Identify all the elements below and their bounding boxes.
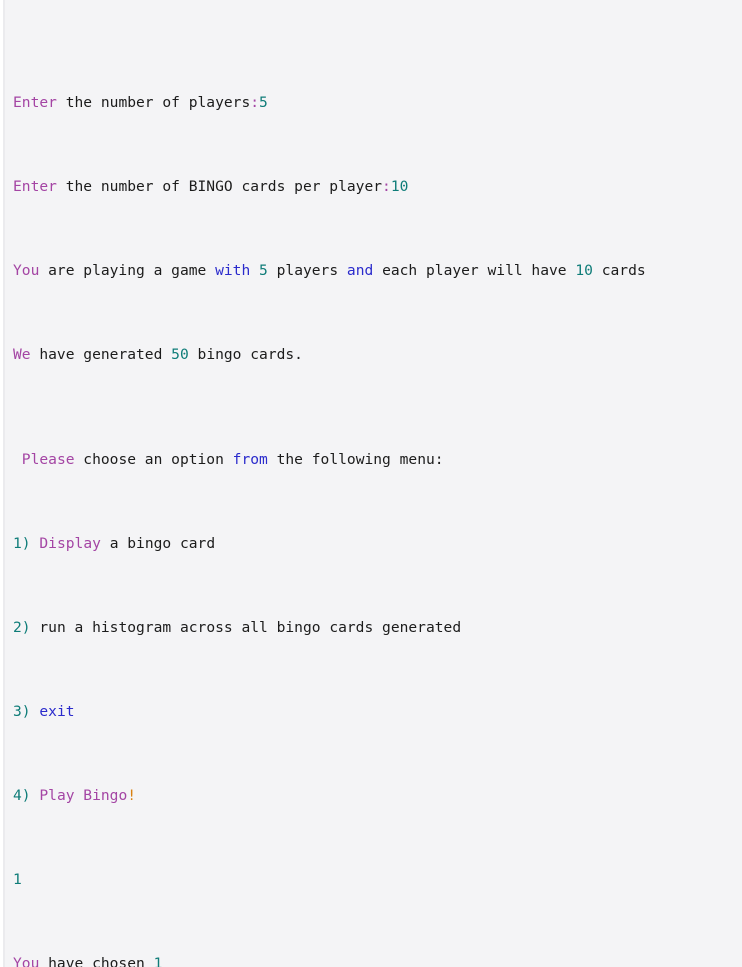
menu-item-number: 2 [13,619,22,636]
summary-text-c: each player will have [373,262,576,279]
menu-item-number: 4 [13,787,22,804]
word-you: You [13,955,40,967]
summary-cards-count: 10 [575,262,593,279]
word-we: We [13,346,31,363]
keyword-with: with [215,262,251,279]
chosen-text: have chosen [39,955,154,967]
keyword-from: from [232,451,268,468]
line-menu-header: Please choose an option from the followi… [13,449,742,470]
menu-item-name: Display [39,535,101,552]
menu-item-paren: ) [21,787,31,804]
prompt-cards-text: the number of BINGO cards per player [56,178,383,195]
line-enter-cards: Enter the number of BINGO cards per play… [13,176,742,197]
keyword-enter: Enter [13,94,57,111]
generated-text-a: have generated [30,346,172,363]
generated-text-b: bingo cards. [188,346,303,363]
word-please: Please [21,451,75,468]
menu-item-3[interactable]: 3) exit [13,701,742,722]
keyword-enter: Enter [13,178,57,195]
colon-separator: : [250,94,260,111]
summary-players-count: 5 [259,262,268,279]
line-enter-players: Enter the number of players:5 [13,92,742,113]
chosen-value: 1 [153,955,163,967]
line-game-summary: You are playing a game with 5 players an… [13,260,742,281]
keyword-and: and [346,262,374,279]
value-players-count: 5 [259,94,268,111]
menu-item-bang: ! [127,787,137,804]
echo-choice-1: 1 [13,869,742,890]
terminal-window: Enter the number of players:5 Enter the … [0,0,742,967]
prompt-players-text: the number of players [56,94,251,111]
value-cards-count: 10 [390,178,409,195]
word-you: You [13,262,40,279]
menu-item-paren: ) [21,703,31,720]
summary-text-a: are playing a game [39,262,216,279]
summary-text-b: players [267,262,347,279]
generated-count: 50 [171,346,189,363]
menu-item-name: Play Bingo [30,787,128,804]
menu-item-number: 3 [13,703,22,720]
line-you-have-chosen-1: You have chosen 1 [13,953,742,967]
echo-value: 1 [13,871,22,888]
menu-item-label: run a histogram across all bingo cards g… [30,619,462,636]
menu-header-text-a: choose an option [74,451,233,468]
menu-item-4[interactable]: 4) Play Bingo! [13,785,742,806]
menu-item-paren: ) [21,619,31,636]
menu-item-2[interactable]: 2) run a histogram across all bingo card… [13,617,742,638]
colon-separator: : [382,178,391,195]
menu-item-number: 1 [13,535,22,552]
console-output: Enter the number of players:5 Enter the … [0,0,742,967]
line-generated-cards: We have generated 50 bingo cards. [13,344,742,365]
menu-item-1[interactable]: 1) Display a bingo card [13,533,742,554]
menu-item-label: a bingo card [100,535,216,552]
summary-text-d: cards [592,262,646,279]
menu-header-text-b: the following menu: [267,451,444,468]
menu-item-paren: ) [21,535,31,552]
menu-item-label: exit [30,703,75,720]
